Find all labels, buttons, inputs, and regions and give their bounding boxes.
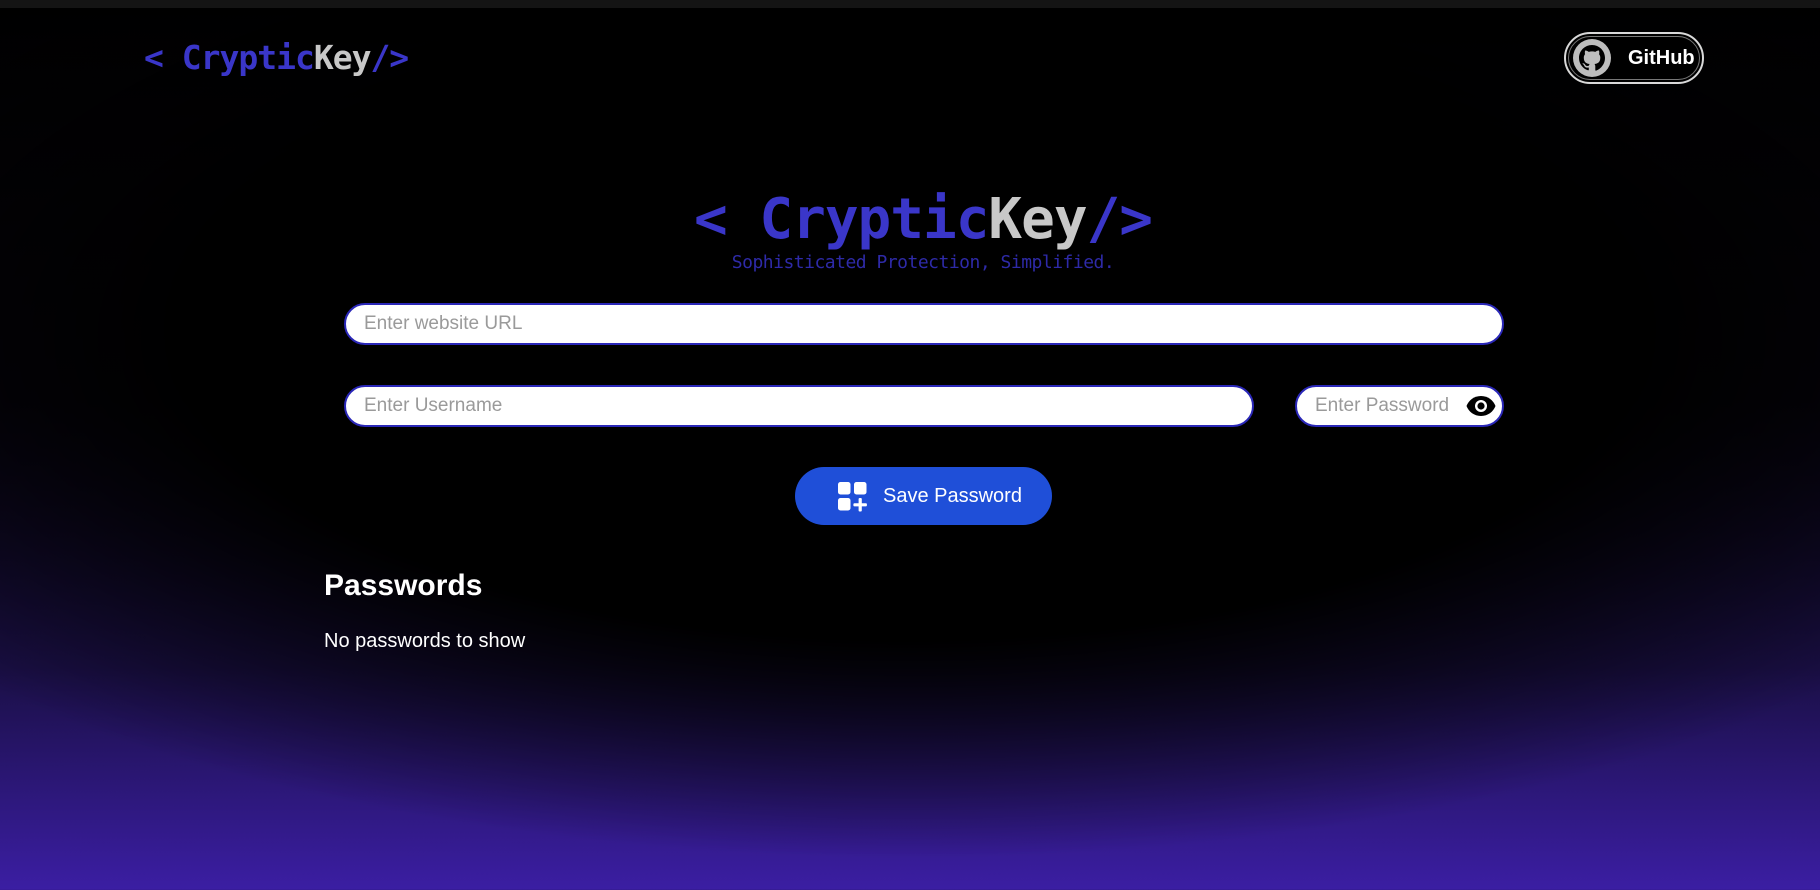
save-password-button[interactable]: Save Password (795, 467, 1052, 525)
hero-logo-close-bracket: /> (1086, 187, 1153, 252)
logo-part-cryptic: Cryptic (181, 38, 315, 77)
eye-icon[interactable] (1466, 395, 1496, 417)
github-label: GitHub (1628, 47, 1695, 69)
save-password-label: Save Password (883, 485, 1022, 507)
hero-logo-part-key: Key (988, 187, 1087, 252)
github-button[interactable]: GitHub (1564, 32, 1704, 84)
tagline: Sophisticated Protection, Simplified. (731, 252, 1115, 273)
hero-logo-part-cryptic: Cryptic (759, 187, 989, 252)
github-icon (1573, 39, 1611, 77)
hero-logo: < CrypticKey/> (0, 188, 1820, 252)
logo-close-bracket: /> (370, 38, 409, 77)
nav-logo[interactable]: < CrypticKey/> (144, 36, 409, 80)
password-field-wrapper (1295, 385, 1504, 427)
logo-open-bracket: < (144, 38, 182, 77)
passwords-heading: Passwords (324, 569, 483, 602)
hero-logo-open-bracket: < (693, 187, 760, 252)
empty-passwords-message: No passwords to show (324, 630, 526, 652)
top-strip (0, 0, 1820, 8)
logo-part-key: Key (313, 38, 372, 77)
add-grid-icon (838, 482, 867, 512)
website-url-input[interactable] (344, 303, 1504, 345)
username-input[interactable] (344, 385, 1254, 427)
